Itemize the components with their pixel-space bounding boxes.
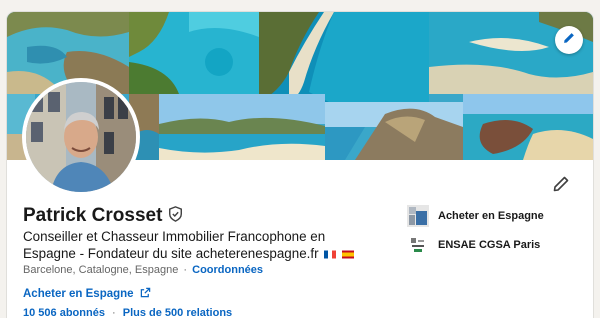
followers-link[interactable]: 10 506 abonnés <box>23 307 105 318</box>
contact-info-link[interactable]: Coordonnées <box>192 264 263 276</box>
profile-avatar[interactable] <box>22 78 140 196</box>
pencil-icon <box>563 31 575 49</box>
pencil-icon <box>553 176 569 197</box>
company-logo-icon <box>407 205 429 227</box>
spain-flag-icon <box>342 246 355 259</box>
edit-profile-button[interactable] <box>549 174 573 198</box>
profile-location-row: Barcelone, Catalogne, Espagne · Coordonn… <box>23 264 263 276</box>
banner-photo-rock <box>325 102 463 160</box>
banner-photo-lagoon <box>129 12 259 94</box>
current-company-item[interactable]: Acheter en Espagne <box>407 205 544 227</box>
shield-check-icon[interactable] <box>168 205 183 227</box>
separator-dot: · <box>112 307 116 318</box>
profile-location: Barcelone, Catalogne, Espagne <box>23 264 179 276</box>
france-flag-icon <box>324 246 337 259</box>
headline-text: Conseiller et Chasseur Immobilier Franco… <box>23 229 326 261</box>
school-logo-icon <box>407 234 429 256</box>
profile-name: Patrick Crosset <box>23 205 163 226</box>
company-name: Acheter en Espagne <box>438 210 544 222</box>
connections-link[interactable]: Plus de 500 relations <box>123 307 232 318</box>
external-link-icon <box>140 287 151 301</box>
banner-photo-beach-aerial <box>259 12 429 102</box>
separator-dot: · <box>183 264 188 276</box>
website-label: Acheter en Espagne <box>23 288 134 300</box>
profile-headline: Conseiller et Chasseur Immobilier Franco… <box>23 228 363 262</box>
edit-banner-button[interactable] <box>555 26 583 54</box>
education-item[interactable]: ENSAE CGSA Paris <box>407 234 540 256</box>
profile-card: Patrick Crosset Conseiller et Chasseur I… <box>7 12 593 318</box>
school-name: ENSAE CGSA Paris <box>438 239 541 251</box>
banner-photo-dunes <box>159 94 325 160</box>
website-link[interactable]: Acheter en Espagne <box>23 287 151 301</box>
banner-photo-volcanic-beach <box>463 94 593 160</box>
profile-name-row: Patrick Crosset <box>23 205 183 227</box>
profile-stats: 10 506 abonnés · Plus de 500 relations <box>23 307 232 318</box>
